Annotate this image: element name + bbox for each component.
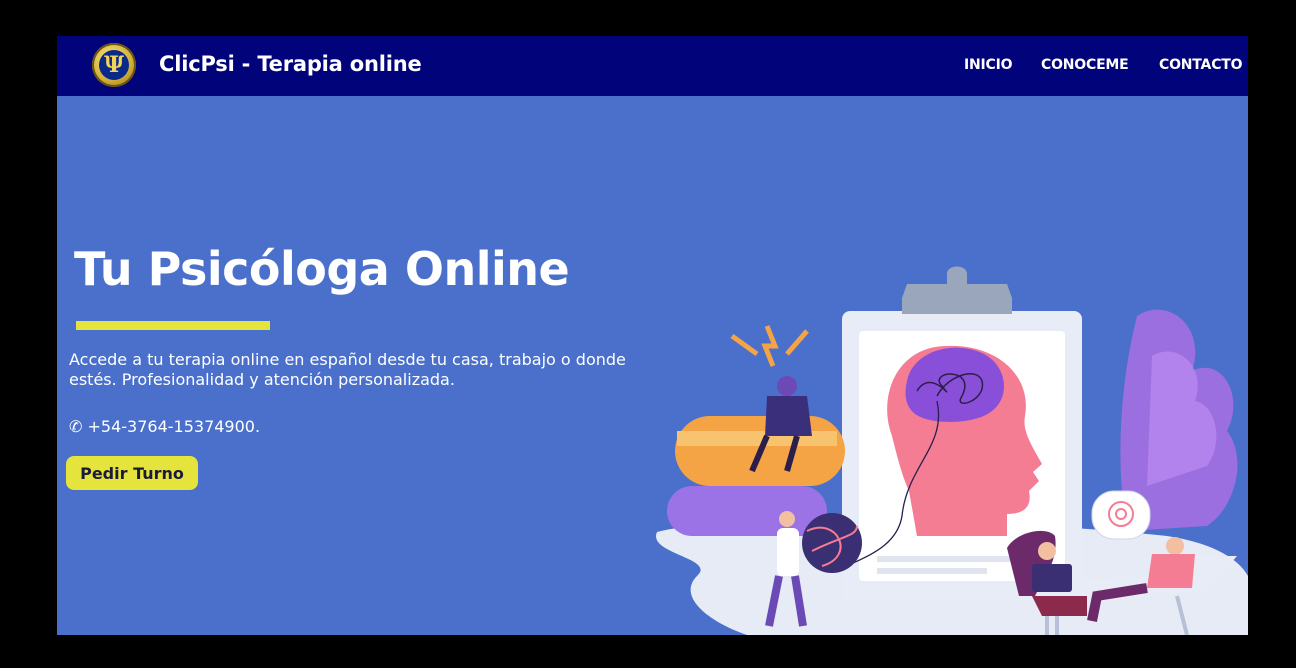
navbar: Ψ ClicPsi - Terapia online INICIO CONOCE… — [57, 36, 1248, 96]
therapy-illustration — [656, 266, 1248, 635]
website-viewport: Ψ ClicPsi - Terapia online INICIO CONOCE… — [57, 36, 1248, 635]
title-underline — [76, 321, 270, 330]
phone-number: ✆ +54-3764-15374900. — [69, 417, 261, 436]
device-frame: Ψ ClicPsi - Terapia online INICIO CONOCE… — [0, 0, 1296, 668]
nav-link-contacto[interactable]: CONTACTO — [1159, 57, 1243, 73]
pedir-turno-button[interactable]: Pedir Turno — [66, 456, 198, 490]
nav-link-inicio[interactable]: INICIO — [964, 57, 1013, 73]
psi-logo-icon[interactable]: Ψ — [92, 43, 136, 87]
hero-title: Tu Psicóloga Online — [74, 242, 570, 296]
logo-symbol: Ψ — [99, 50, 129, 80]
brand-title[interactable]: ClicPsi - Terapia online — [159, 52, 422, 76]
nav-link-conoceme[interactable]: CONOCEME — [1041, 57, 1129, 73]
hero-description: Accede a tu terapia online en español de… — [69, 350, 626, 389]
